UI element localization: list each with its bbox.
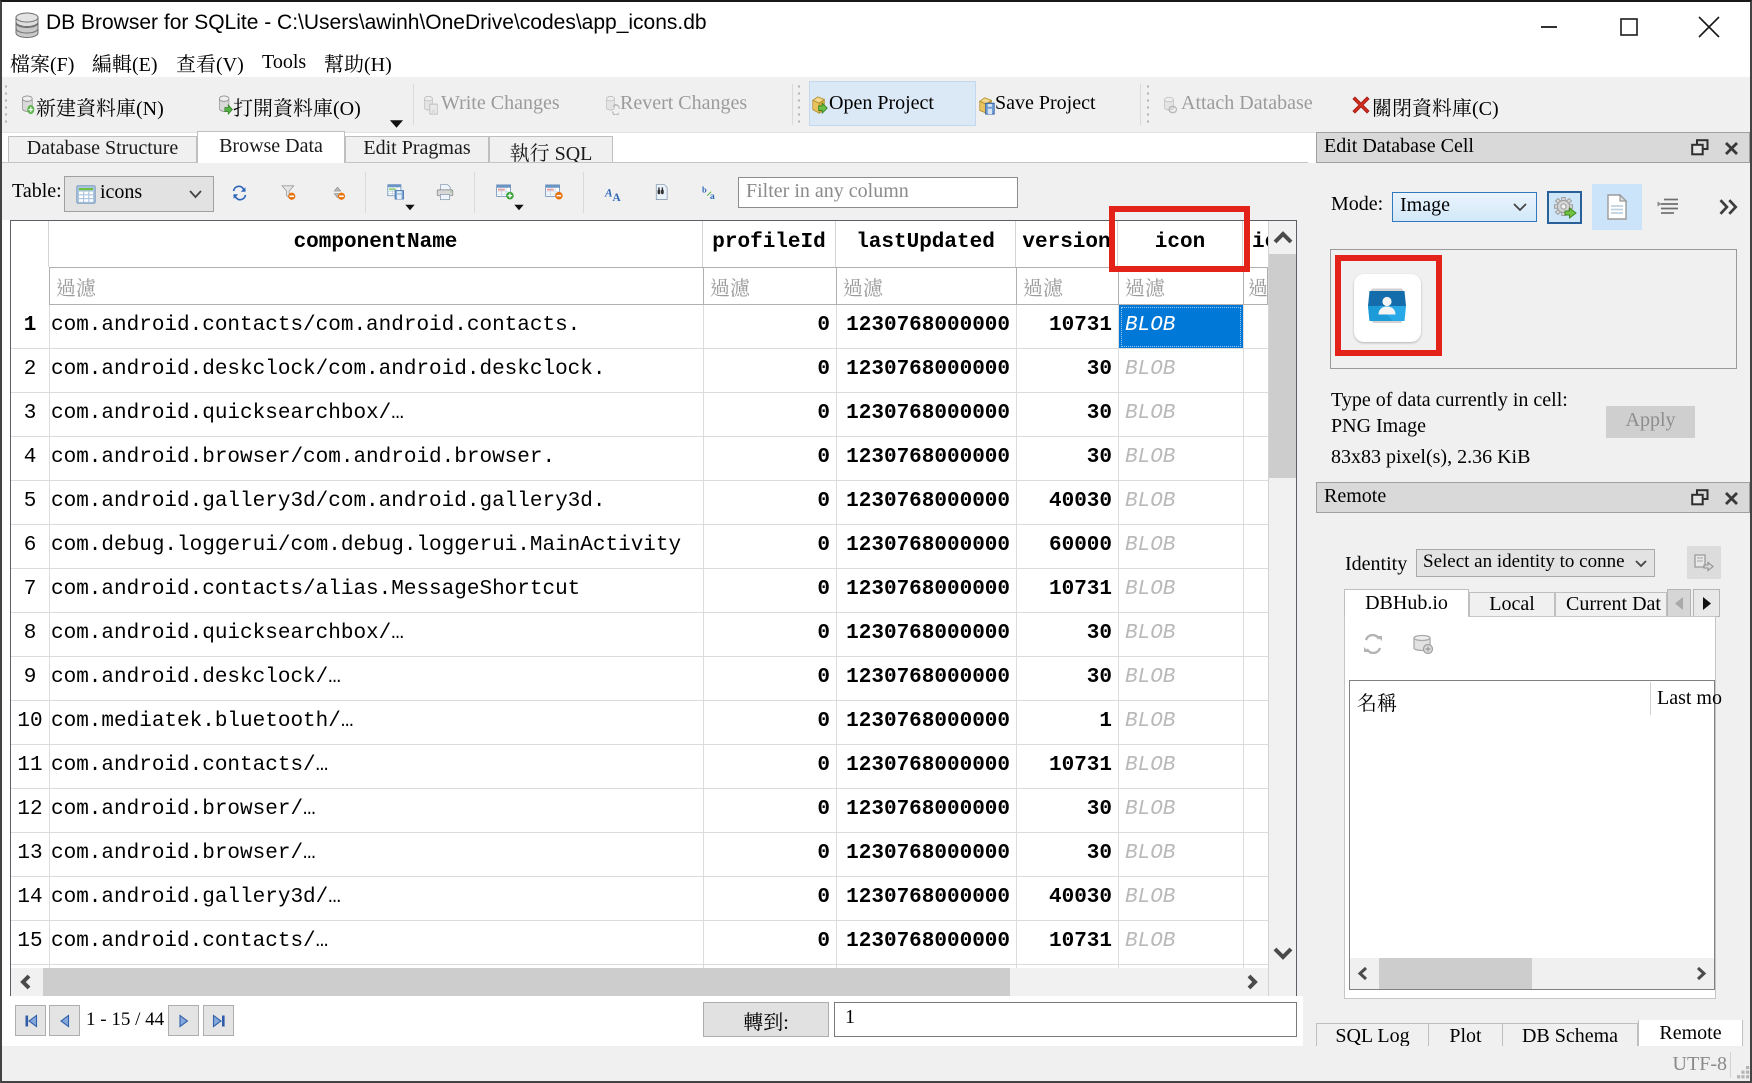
svg-text:A: A: [604, 187, 613, 199]
svg-text:b: b: [702, 185, 707, 194]
svg-text:A: A: [613, 192, 622, 203]
